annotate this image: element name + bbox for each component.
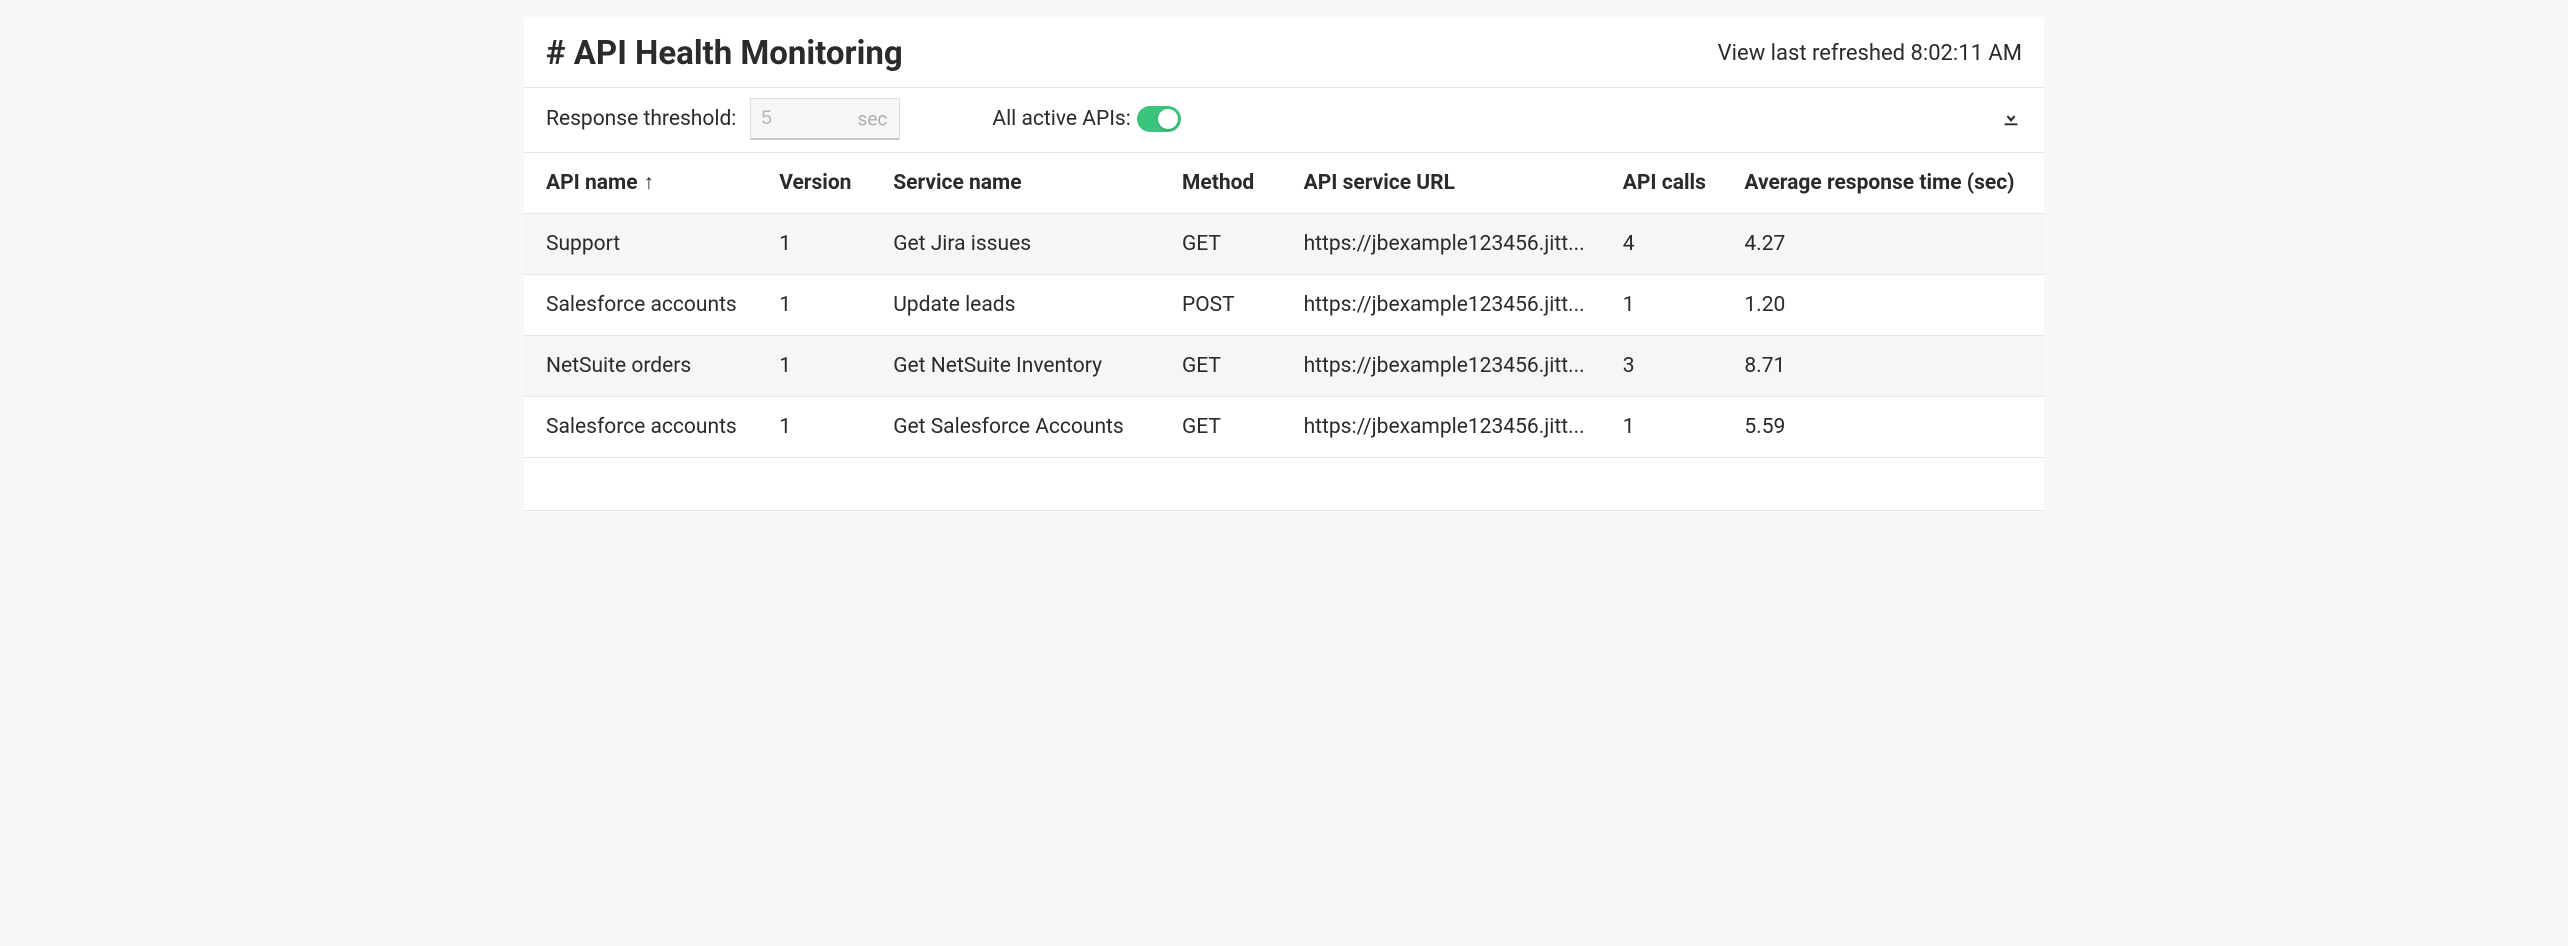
cell-api-name: Salesforce accounts bbox=[524, 397, 767, 458]
table-row[interactable]: NetSuite orders 1 Get NetSuite Inventory… bbox=[524, 336, 2044, 397]
cell-api-name: NetSuite orders bbox=[524, 336, 767, 397]
table-row[interactable]: Salesforce accounts 1 Get Salesforce Acc… bbox=[524, 397, 2044, 458]
cell-method: GET bbox=[1170, 336, 1292, 397]
cell-avg-response: 1.20 bbox=[1732, 275, 2044, 336]
cell-method: POST bbox=[1170, 275, 1292, 336]
cell-avg-response: 4.27 bbox=[1732, 214, 2044, 275]
cell-api-calls: 3 bbox=[1611, 336, 1733, 397]
cell-api-calls: 1 bbox=[1611, 397, 1733, 458]
cell-url: https://jbexample123456.jitt... bbox=[1292, 336, 1611, 397]
download-button[interactable] bbox=[2000, 106, 2022, 132]
col-header-version[interactable]: Version bbox=[767, 153, 881, 214]
cell-url: https://jbexample123456.jitt... bbox=[1292, 214, 1611, 275]
sort-ascending-icon: ↑ bbox=[644, 171, 655, 195]
refreshed-time: 8:02:11 AM bbox=[1911, 41, 2023, 66]
cell-url: https://jbexample123456.jitt... bbox=[1292, 275, 1611, 336]
cell-method: GET bbox=[1170, 214, 1292, 275]
col-header-url[interactable]: API service URL bbox=[1292, 153, 1611, 214]
refreshed-label: View last refreshed 8:02:11 AM bbox=[1718, 41, 2022, 66]
download-icon bbox=[2000, 106, 2022, 132]
table-row[interactable]: Support 1 Get Jira issues GET https://jb… bbox=[524, 214, 2044, 275]
refreshed-prefix: View last refreshed bbox=[1718, 41, 1911, 66]
col-header-api-calls[interactable]: API calls bbox=[1611, 153, 1733, 214]
col-header-api-name[interactable]: API name↑ bbox=[524, 153, 767, 214]
api-table: API name↑ Version Service name Method AP… bbox=[524, 152, 2044, 457]
api-health-card: # API Health Monitoring View last refres… bbox=[524, 18, 2044, 511]
cell-service-name: Get NetSuite Inventory bbox=[881, 336, 1170, 397]
cell-api-name: Salesforce accounts bbox=[524, 275, 767, 336]
active-apis-block: All active APIs: bbox=[992, 106, 1180, 132]
table-row[interactable]: Salesforce accounts 1 Update leads POST … bbox=[524, 275, 2044, 336]
page-title: # API Health Monitoring bbox=[546, 34, 903, 73]
threshold-input-wrap: sec bbox=[750, 98, 900, 140]
col-header-avg-response[interactable]: Average response time (sec) bbox=[1732, 153, 2044, 214]
cell-api-calls: 1 bbox=[1611, 275, 1733, 336]
active-apis-label: All active APIs: bbox=[992, 107, 1130, 131]
cell-version: 1 bbox=[767, 336, 881, 397]
cell-api-name: Support bbox=[524, 214, 767, 275]
cell-avg-response: 8.71 bbox=[1732, 336, 2044, 397]
cell-url: https://jbexample123456.jitt... bbox=[1292, 397, 1611, 458]
col-header-method[interactable]: Method bbox=[1170, 153, 1292, 214]
cell-version: 1 bbox=[767, 397, 881, 458]
cell-avg-response: 5.59 bbox=[1732, 397, 2044, 458]
col-header-api-name-label: API name bbox=[546, 171, 638, 195]
active-apis-toggle[interactable] bbox=[1137, 106, 1181, 132]
cell-service-name: Get Jira issues bbox=[881, 214, 1170, 275]
table-body: Support 1 Get Jira issues GET https://jb… bbox=[524, 214, 2044, 458]
threshold-input[interactable] bbox=[751, 99, 899, 138]
cell-service-name: Update leads bbox=[881, 275, 1170, 336]
cell-version: 1 bbox=[767, 214, 881, 275]
header-row: # API Health Monitoring View last refres… bbox=[524, 18, 2044, 87]
col-header-service-name[interactable]: Service name bbox=[881, 153, 1170, 214]
cell-service-name: Get Salesforce Accounts bbox=[881, 397, 1170, 458]
threshold-label: Response threshold: bbox=[546, 107, 736, 131]
controls-row: Response threshold: sec All active APIs: bbox=[524, 87, 2044, 152]
cell-api-calls: 4 bbox=[1611, 214, 1733, 275]
cell-version: 1 bbox=[767, 275, 881, 336]
table-header-row: API name↑ Version Service name Method AP… bbox=[524, 153, 2044, 214]
cell-method: GET bbox=[1170, 397, 1292, 458]
table-footer bbox=[524, 457, 2044, 511]
